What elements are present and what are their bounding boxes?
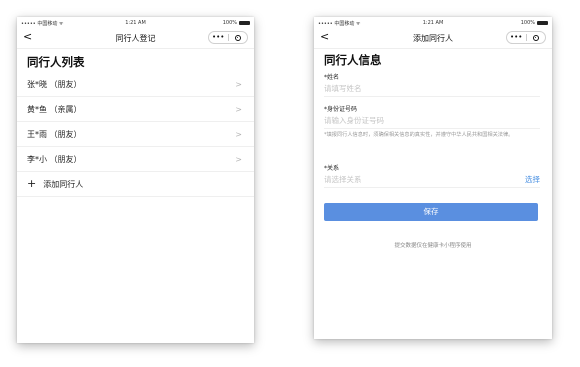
section-title: 同行人信息 <box>324 53 382 67</box>
nav-bar: < 同行人登记 ••• <box>17 28 254 49</box>
name-input[interactable]: 请填写姓名 <box>324 83 540 97</box>
chevron-right-icon: > <box>235 104 242 114</box>
nav-bar: < 添加同行人 ••• <box>314 28 552 49</box>
more-options-button[interactable]: ••• <box>507 32 526 43</box>
companion-name: 黄*鱼 （亲属） <box>27 104 82 114</box>
close-button[interactable] <box>229 34 248 41</box>
companion-name: 李*小 （朋友） <box>27 154 82 164</box>
status-time: 1:21 AM <box>422 20 444 26</box>
status-bar: ••••• 中国移动 ᯤ 1:21 AM 100% <box>17 17 254 28</box>
relation-field: *关系 请选择关系 选择 <box>324 163 540 188</box>
usage-footnote: 提交数据仅在健康卡小程序使用 <box>394 243 472 249</box>
select-relation-link[interactable]: 选择 <box>525 174 540 185</box>
battery-percent: 100% <box>520 20 535 26</box>
battery-indicator: 100% <box>521 20 548 26</box>
id-number-label: *身份证号码 <box>324 106 358 113</box>
chevron-right-icon: > <box>235 79 242 89</box>
close-circle-icon <box>532 34 539 41</box>
id-number-field: *身份证号码 请输入身份证号码 <box>324 104 540 129</box>
more-options-button[interactable]: ••• <box>209 32 228 43</box>
battery-indicator: 100% <box>223 20 250 26</box>
companion-item[interactable]: 王*雨 （朋友） > <box>17 122 254 147</box>
companion-name: 王*雨 （朋友） <box>27 129 82 139</box>
close-circle-icon <box>234 34 241 41</box>
add-companion-button[interactable]: + 添加同行人 <box>17 172 254 197</box>
section-title: 同行人列表 <box>27 55 85 69</box>
companion-list: 张*晓 （朋友） > 黄*鱼 （亲属） > 王*雨 （朋友） > 李*小 （朋友… <box>17 72 254 197</box>
relation-label: *关系 <box>324 165 340 172</box>
status-bar: ••••• 中国移动 ᯤ 1:21 AM 100% <box>314 17 552 28</box>
companion-item[interactable]: 李*小 （朋友） > <box>17 147 254 172</box>
companion-item[interactable]: 黄*鱼 （亲属） > <box>17 97 254 122</box>
save-button[interactable]: 保存 <box>324 203 538 221</box>
battery-percent: 100% <box>222 20 237 26</box>
companion-list-screen: ••••• 中国移动 ᯤ 1:21 AM 100% < 同行人登记 ••• 同行… <box>17 17 254 343</box>
plus-icon: + <box>27 177 37 190</box>
name-label: *姓名 <box>324 74 340 81</box>
add-companion-label: 添加同行人 <box>43 179 84 189</box>
relation-select[interactable]: 请选择关系 选择 <box>324 174 540 188</box>
close-button[interactable] <box>527 34 546 41</box>
name-field: *姓名 请填写姓名 <box>324 72 540 97</box>
chevron-right-icon: > <box>235 154 242 164</box>
battery-icon <box>537 21 548 25</box>
authenticity-notice: *填报同行人信息时，须确保相关信息的真实性，并遵守中华人民共和国相关法律。 <box>324 132 514 138</box>
id-number-input[interactable]: 请输入身份证号码 <box>324 115 540 129</box>
mini-program-capsule: ••• <box>506 31 546 44</box>
companion-item[interactable]: 张*晓 （朋友） > <box>17 72 254 97</box>
status-time: 1:21 AM <box>125 20 146 26</box>
chevron-right-icon: > <box>235 129 242 139</box>
add-companion-screen: ••••• 中国移动 ᯤ 1:21 AM 100% < 添加同行人 ••• 同行… <box>314 17 552 339</box>
companion-name: 张*晓 （朋友） <box>27 79 82 89</box>
mini-program-capsule: ••• <box>208 31 248 44</box>
battery-icon <box>239 21 250 25</box>
relation-placeholder: 请选择关系 <box>324 175 362 184</box>
